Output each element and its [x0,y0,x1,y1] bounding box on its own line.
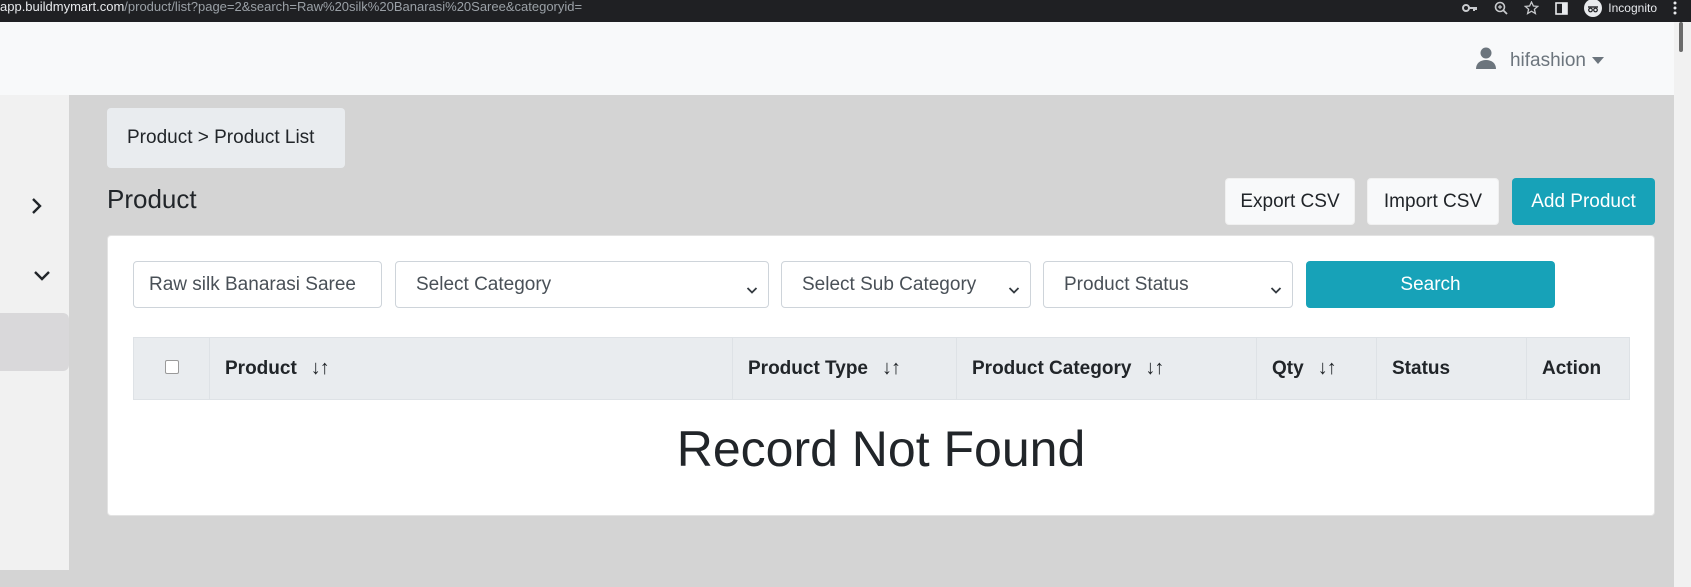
chevron-down-icon [1270,279,1282,301]
browser-toolbar: app.buildmymart.com/product/list?page=2&… [0,0,1691,22]
subcategory-select[interactable]: Select Sub Category [781,261,1031,308]
table-header: Product ↓↑ Product Type ↓↑ Product Categor… [133,337,1630,400]
url-path: /product/list?page=2&search=Raw%20silk%2… [124,0,583,14]
key-icon[interactable] [1462,2,1478,14]
app-header: hifashion [0,22,1674,95]
column-label: Product Type [748,357,868,379]
scrollbar-thumb[interactable] [1679,22,1683,52]
search-input[interactable]: Raw silk Banarasi Saree [133,261,382,308]
sort-icon[interactable]: ↓↑ [311,357,330,380]
column-label: Product [225,357,297,379]
product-status-select[interactable]: Product Status [1043,261,1293,308]
category-select[interactable]: Select Category [395,261,769,308]
chevron-right-icon[interactable] [30,196,44,221]
page-title: Product [107,184,197,214]
url-host: app.buildmymart.com [0,0,125,14]
sort-icon[interactable]: ↓↑ [1318,357,1337,380]
subcategory-select-value: Select Sub Category [802,273,977,295]
page-scrollbar[interactable] [1674,22,1691,587]
user-icon [1475,47,1496,75]
column-label: Action [1542,357,1602,379]
export-csv-button[interactable]: Export CSV [1225,178,1355,225]
column-label: Status [1392,357,1451,379]
sort-icon[interactable]: ↓↑ [882,357,901,380]
import-csv-button[interactable]: Import CSV [1367,178,1499,225]
side-panel-icon[interactable] [1555,1,1569,15]
column-header-product-type[interactable]: Product Type ↓↑ [733,338,957,399]
column-header-product-category[interactable]: Product Category ↓↑ [957,338,1257,399]
search-button[interactable]: Search [1306,261,1555,308]
username: hifashion [1509,50,1586,71]
chevron-down-icon [746,279,758,301]
incognito-indicator[interactable]: Incognito [1584,0,1657,17]
select-all-checkbox[interactable] [164,359,179,374]
category-select-value: Select Category [416,273,552,295]
column-label: Qty [1272,357,1304,379]
column-header-status: Status [1377,338,1527,399]
column-header-product[interactable]: Product ↓↑ [210,338,733,399]
add-product-button[interactable]: Add Product [1512,178,1655,225]
column-label: Product Category [972,357,1132,379]
chevron-down-icon[interactable] [32,269,52,288]
product-status-select-value: Product Status [1064,273,1189,295]
empty-state-message: Record Not Found [676,421,1086,477]
chevron-down-icon [1592,57,1604,65]
breadcrumb: Product > Product List [107,108,345,168]
sidebar-item-active[interactable] [0,313,69,371]
bookmark-star-icon[interactable] [1524,1,1540,15]
incognito-icon [1584,0,1603,17]
select-all-cell [134,338,210,399]
sidebar [0,95,88,587]
browser-menu-icon[interactable] [1673,1,1677,15]
sidebar-panel [0,95,69,570]
chevron-down-icon [1008,279,1020,301]
incognito-label: Incognito [1608,1,1657,15]
address-bar[interactable]: app.buildmymart.com/product/list?page=2&… [0,0,582,16]
zoom-icon[interactable] [1494,1,1508,15]
column-header-qty[interactable]: Qty ↓↑ [1257,338,1377,399]
user-menu[interactable]: hifashion [1475,47,1604,75]
sort-icon[interactable]: ↓↑ [1145,357,1164,380]
column-header-action: Action [1527,338,1629,399]
